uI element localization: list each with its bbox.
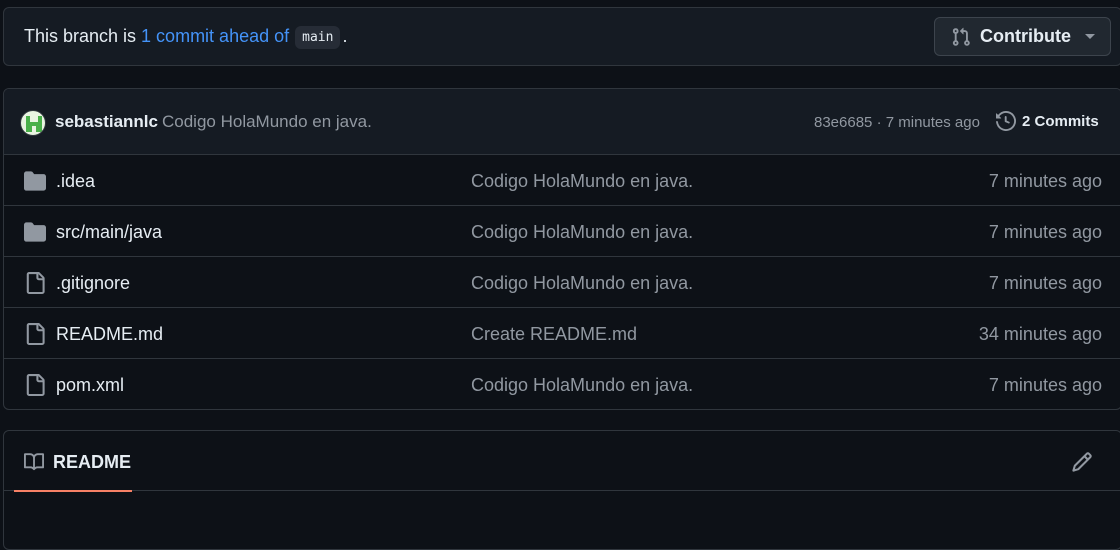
tab-readme[interactable]: README	[14, 431, 132, 492]
file-name[interactable]: pom.xml	[56, 375, 124, 396]
base-branch-name: main	[295, 26, 341, 49]
file-commit-message[interactable]: Create README.md	[471, 324, 637, 345]
table-row[interactable]: pom.xml Codigo HolaMundo en java. 7 minute…	[4, 359, 1120, 409]
chevron-down-icon	[1084, 34, 1095, 39]
file-icon	[26, 272, 45, 294]
branch-status-suffix: .	[342, 26, 348, 46]
file-browser: sebastiannlc Codigo HolaMundo en java. 8…	[3, 88, 1120, 410]
file-commit-time: 7 minutes ago	[988, 222, 1102, 242]
table-row[interactable]: .gitignore Codigo HolaMundo en java. 7 min…	[4, 257, 1120, 308]
file-commit-message[interactable]: Codigo HolaMundo en java.	[471, 171, 693, 192]
commit-message[interactable]: Codigo HolaMundo en java.	[162, 112, 372, 132]
file-name[interactable]: .idea	[56, 171, 95, 192]
commit-hash-time[interactable]: 83e6685 · 7 minutes ago	[814, 114, 980, 131]
latest-commit-header: sebastiannlc Codigo HolaMundo en java. 8…	[4, 89, 1120, 155]
identicon-icon	[26, 116, 42, 132]
branch-status-text: This branch is 1 commit ahead of main .	[24, 24, 347, 49]
commits-count-label: 2 Commits	[1022, 112, 1099, 130]
active-tab-indicator	[14, 490, 132, 492]
table-row[interactable]: .idea Codigo HolaMundo en java. 7 minutes …	[4, 155, 1120, 206]
history-icon	[996, 111, 1016, 131]
folder-icon	[24, 222, 46, 242]
table-row[interactable]: src/main/java Codigo HolaMundo en java. 7 …	[4, 206, 1120, 257]
branch-status-bar: This branch is 1 commit ahead of main . …	[3, 7, 1120, 66]
file-commit-message[interactable]: Codigo HolaMundo en java.	[471, 375, 693, 396]
book-icon	[24, 453, 45, 471]
file-commit-time: 7 minutes ago	[988, 375, 1102, 395]
file-commit-time: 7 minutes ago	[988, 171, 1102, 191]
contribute-button[interactable]: Contribute	[934, 17, 1111, 56]
table-row[interactable]: README.md Create README.md 34 minutes ago	[4, 308, 1120, 359]
file-icon	[26, 374, 45, 396]
commits-history-link[interactable]: 2 Commits	[996, 111, 1099, 131]
folder-icon	[24, 171, 46, 191]
file-name[interactable]: README.md	[56, 324, 163, 345]
file-name[interactable]: src/main/java	[56, 222, 162, 243]
file-name[interactable]: .gitignore	[56, 273, 130, 294]
avatar[interactable]	[20, 110, 46, 136]
pencil-icon[interactable]	[1071, 451, 1093, 473]
file-commit-time: 34 minutes ago	[978, 324, 1102, 344]
git-pull-request-icon	[952, 27, 970, 46]
file-icon	[26, 323, 45, 345]
readme-tab-label: README	[53, 452, 132, 472]
file-commit-message[interactable]: Codigo HolaMundo en java.	[471, 222, 693, 243]
commits-ahead-link[interactable]: 1 commit ahead of	[141, 26, 289, 47]
contribute-label: Contribute	[980, 26, 1071, 46]
readme-panel: README	[3, 430, 1120, 550]
commit-author[interactable]: sebastiannlc	[55, 112, 158, 132]
file-commit-time: 7 minutes ago	[988, 273, 1102, 293]
branch-status-prefix: This branch is	[24, 26, 137, 46]
file-commit-message[interactable]: Codigo HolaMundo en java.	[471, 273, 693, 294]
readme-header: README	[4, 431, 1120, 492]
